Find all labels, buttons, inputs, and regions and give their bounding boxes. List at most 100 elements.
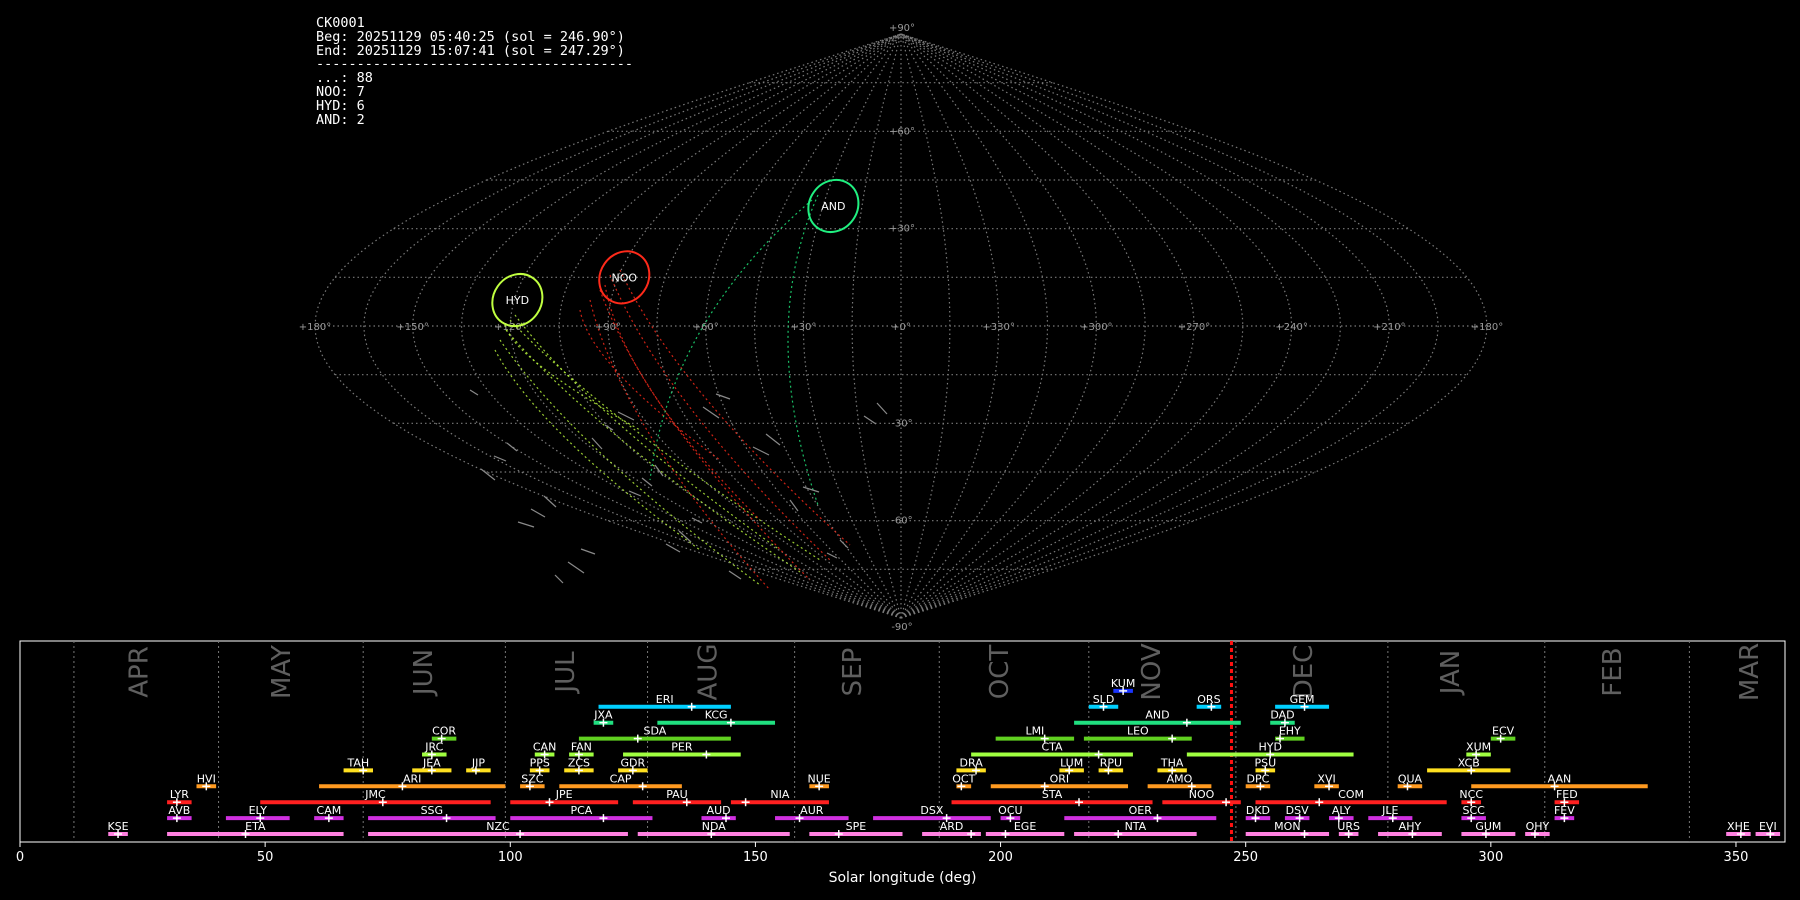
month-label: DEC bbox=[1289, 645, 1319, 700]
shower-label: CTA bbox=[1041, 741, 1063, 754]
shower-label: PCA bbox=[570, 804, 592, 817]
shower-label: FEV bbox=[1554, 804, 1575, 817]
shower-zcs: ZCS bbox=[564, 756, 594, 775]
shower-label: LUM bbox=[1060, 756, 1083, 769]
shower-label: DAD bbox=[1270, 709, 1294, 722]
shower-label: CAN bbox=[533, 741, 556, 754]
shower-hvi: HVI bbox=[196, 772, 217, 791]
shower-label: NOO bbox=[1189, 788, 1215, 801]
shower-timeline: APR MAY JUN JUL AUG SEP OCT NOV DEC JAN FEB MAR KUM E… bbox=[16, 640, 1786, 886]
shower-spe: SPE bbox=[809, 820, 903, 838]
shower-dsx: DSX bbox=[873, 804, 991, 823]
shower-label: NTA bbox=[1125, 820, 1147, 833]
shower-label: XCB bbox=[1458, 756, 1480, 769]
shower-jxa: JXA bbox=[593, 709, 614, 727]
x-tick-label: 200 bbox=[988, 850, 1013, 865]
shower-label: DSV bbox=[1286, 804, 1309, 817]
shower-nzc: NZC bbox=[368, 820, 628, 838]
shower-label: MON bbox=[1274, 820, 1300, 833]
shower-label: FAN bbox=[571, 741, 592, 754]
x-axis-label: Solar longitude (deg) bbox=[829, 870, 977, 886]
shower-evi: EVI bbox=[1755, 820, 1781, 838]
shower-label: GUM bbox=[1475, 820, 1501, 833]
shower-ege: EGE bbox=[985, 820, 1065, 838]
shower-label: DRA bbox=[960, 756, 984, 769]
shower-label: COM bbox=[1338, 788, 1364, 801]
shower-label: JPE bbox=[555, 788, 573, 801]
shower-noo: NOO bbox=[1162, 788, 1241, 807]
shower-label: SLD bbox=[1093, 693, 1115, 706]
shower-label: OER bbox=[1129, 804, 1153, 817]
shower-urs: URS bbox=[1337, 820, 1360, 838]
shower-label: LYR bbox=[170, 788, 189, 801]
shower-ecv: ECV bbox=[1490, 725, 1516, 743]
shower-label: PSU bbox=[1254, 756, 1276, 769]
shower-oct: OCT bbox=[952, 772, 976, 791]
shower-avb: AVB bbox=[167, 804, 192, 823]
shower-label: CAP bbox=[610, 772, 632, 785]
shower-nda: NDA bbox=[637, 820, 790, 838]
shower-label: EVI bbox=[1759, 820, 1777, 833]
shower-label: GDR bbox=[621, 756, 646, 769]
shower-mon: MON bbox=[1245, 820, 1330, 838]
shower-aur: AUR bbox=[775, 804, 849, 823]
shower-kum: KUM bbox=[1111, 677, 1135, 695]
shower-label: DPC bbox=[1247, 772, 1270, 785]
shower-dkd: DKD bbox=[1245, 804, 1271, 823]
shower-label: ETA bbox=[245, 820, 266, 833]
shower-label: PPS bbox=[530, 756, 550, 769]
shower-label: ORI bbox=[1050, 772, 1070, 785]
shower-label: AUR bbox=[800, 804, 824, 817]
shower-label: GEM bbox=[1290, 693, 1315, 706]
shower-label: SZC bbox=[521, 772, 544, 785]
shower-label: ELY bbox=[249, 804, 268, 817]
shower-label: HYD bbox=[1258, 741, 1281, 754]
shower-label: AMO bbox=[1167, 772, 1193, 785]
shower-sda: SDA bbox=[578, 725, 731, 743]
shower-jmc: JMC bbox=[260, 788, 491, 807]
shower-sld: SLD bbox=[1088, 693, 1119, 711]
x-tick-label: 300 bbox=[1478, 850, 1503, 865]
shower-szc: SZC bbox=[520, 772, 545, 791]
shower-label: LEO bbox=[1127, 725, 1149, 738]
shower-label: ARI bbox=[403, 772, 421, 785]
shower-label: JEA bbox=[422, 756, 441, 769]
x-tick-label: 50 bbox=[257, 850, 274, 865]
shower-xhe: XHE bbox=[1726, 820, 1751, 838]
shower-label: JRC bbox=[424, 741, 443, 754]
shower-label: ALY bbox=[1332, 804, 1351, 817]
shower-label: HVI bbox=[197, 772, 216, 785]
shower-label: NIA bbox=[770, 788, 789, 801]
shower-nta: NTA bbox=[1074, 820, 1197, 838]
shower-cap: CAP bbox=[559, 772, 682, 791]
month-label: SEP bbox=[838, 648, 868, 697]
month-label: APR bbox=[125, 646, 155, 698]
shower-label: XUM bbox=[1466, 741, 1491, 754]
shower-label: DKD bbox=[1246, 804, 1270, 817]
month-label: JUL bbox=[551, 651, 581, 695]
shower-kse: KSE bbox=[107, 820, 129, 838]
shower-label: PAU bbox=[666, 788, 688, 801]
shower-label: CAM bbox=[317, 804, 342, 817]
shower-label: JXA bbox=[593, 709, 613, 722]
shower-and: AND bbox=[1074, 709, 1241, 727]
shower-label: OHY bbox=[1526, 820, 1550, 833]
shower-xcb: XCB bbox=[1427, 756, 1511, 775]
shower-fev: FEV bbox=[1554, 804, 1575, 823]
shower-tah: TAH bbox=[343, 756, 373, 775]
shower-label: NDA bbox=[702, 820, 727, 833]
shower-label: ARD bbox=[940, 820, 964, 833]
shower-label: ECV bbox=[1492, 725, 1515, 738]
shower-label: EHY bbox=[1279, 725, 1301, 738]
shower-sta: STA bbox=[951, 788, 1153, 807]
shower-pca: PCA bbox=[510, 804, 653, 823]
month-label: MAY bbox=[267, 645, 297, 699]
shower-gum: GUM bbox=[1461, 820, 1516, 838]
shower-label: JMC bbox=[364, 788, 386, 801]
shower-rpu: RPU bbox=[1098, 756, 1124, 775]
shower-label: NZC bbox=[486, 820, 510, 833]
shower-label: JIP bbox=[471, 756, 485, 769]
month-label: MAR bbox=[1735, 643, 1765, 701]
shower-label: SSG bbox=[421, 804, 444, 817]
shower-jpe: JPE bbox=[510, 788, 619, 807]
